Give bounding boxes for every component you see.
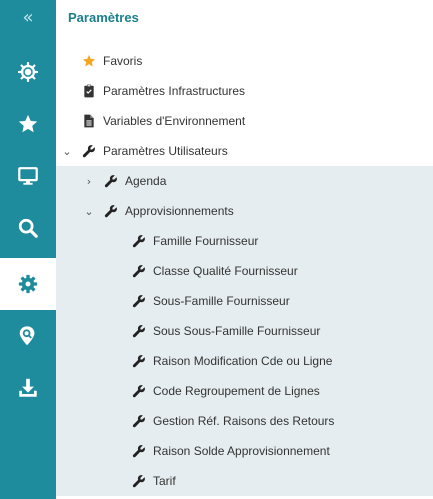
search-icon xyxy=(17,217,39,239)
rail-item-search[interactable] xyxy=(0,202,56,254)
tree-item-label: Variables d'Environnement xyxy=(103,114,246,128)
wrench-icon xyxy=(132,294,146,308)
wrench-icon xyxy=(132,324,146,338)
tree-item-sous-famille[interactable]: Sous-Famille Fournisseur xyxy=(56,286,433,316)
tree-item-infrastructures[interactable]: Paramètres Infrastructures xyxy=(56,76,433,106)
star-icon xyxy=(82,54,96,68)
tree-item-gestion-ref-raisons[interactable]: Gestion Réf. Raisons des Retours xyxy=(56,406,433,436)
location-search-icon xyxy=(17,325,39,347)
rail-item-locate[interactable] xyxy=(0,310,56,362)
wrench-icon xyxy=(132,354,146,368)
collapse-rail-button[interactable]: « xyxy=(0,0,56,36)
app-window: « Paramètres Favoris Paramètres Infrastr… xyxy=(0,0,433,499)
wrench-icon xyxy=(132,384,146,398)
tree-item-raison-modification[interactable]: Raison Modification Cde ou Ligne xyxy=(56,346,433,376)
tree-item-variables-env[interactable]: Variables d'Environnement xyxy=(56,106,433,136)
star-icon xyxy=(17,113,39,135)
wrench-icon xyxy=(132,444,146,458)
tree-item-label: Raison Modification Cde ou Ligne xyxy=(153,354,333,368)
settings-panel: Paramètres Favoris Paramètres Infrastruc… xyxy=(56,0,433,499)
tree-item-label: Favoris xyxy=(103,54,143,68)
tree-item-label: Paramètres Utilisateurs xyxy=(103,144,228,158)
chevron-down-icon[interactable]: ⌄ xyxy=(82,205,96,218)
wrench-icon xyxy=(82,144,96,158)
tree-item-label: Tarif xyxy=(153,474,176,488)
tree-item-raison-solde[interactable]: Raison Solde Approvisionnement xyxy=(56,436,433,466)
chevron-down-icon[interactable]: ⌄ xyxy=(60,145,74,158)
tree-item-label: Classe Qualité Fournisseur xyxy=(153,264,298,278)
tree-item-label: Famille Fournisseur xyxy=(153,234,259,248)
tree-item-label: Agenda xyxy=(125,174,167,188)
tree-item-label: Raison Solde Approvisionnement xyxy=(153,444,330,458)
wrench-icon xyxy=(132,234,146,248)
tree-item-code-regroupement[interactable]: Code Regroupement de Lignes xyxy=(56,376,433,406)
wrench-icon xyxy=(132,474,146,488)
rail-item-screens[interactable] xyxy=(0,150,56,202)
wrench-icon xyxy=(104,174,118,188)
rail-item-download[interactable] xyxy=(0,362,56,414)
tree-item-label: Sous Sous-Famille Fournisseur xyxy=(153,324,321,338)
tree-item-sous-sous-famille[interactable]: Sous Sous-Famille Fournisseur xyxy=(56,316,433,346)
clipboard-icon xyxy=(82,84,96,98)
wrench-icon xyxy=(104,204,118,218)
tree-item-label: Approvisionnements xyxy=(125,204,234,218)
tree-item-label: Code Regroupement de Lignes xyxy=(153,384,320,398)
tree-item-label: Sous-Famille Fournisseur xyxy=(153,294,290,308)
tree-item-tarif[interactable]: Tarif xyxy=(56,466,433,496)
nav-rail: « xyxy=(0,0,56,499)
tree-item-classe-qualite[interactable]: Classe Qualité Fournisseur xyxy=(56,256,433,286)
tree-item-agenda[interactable]: › Agenda xyxy=(56,166,433,196)
wrench-icon xyxy=(132,414,146,428)
tree-item-approvisionnements[interactable]: ⌄ Approvisionnements xyxy=(56,196,433,226)
rail-item-helm[interactable] xyxy=(0,46,56,98)
panel-title: Paramètres xyxy=(68,10,139,25)
tree-item-label: Gestion Réf. Raisons des Retours xyxy=(153,414,335,428)
wrench-icon xyxy=(132,264,146,278)
helm-wheel-icon xyxy=(18,62,38,82)
chevron-right-icon[interactable]: › xyxy=(82,175,96,188)
tree-item-favoris[interactable]: Favoris xyxy=(56,46,433,76)
tree-item-label: Paramètres Infrastructures xyxy=(103,84,246,98)
tree-item-parametres-utilisateurs[interactable]: ⌄ Paramètres Utilisateurs xyxy=(56,136,433,166)
monitor-icon xyxy=(17,165,39,187)
document-icon xyxy=(82,114,96,128)
rail-item-favorites[interactable] xyxy=(0,98,56,150)
rail-item-settings[interactable] xyxy=(0,258,56,310)
double-chevron-left-icon: « xyxy=(22,7,34,28)
gear-icon xyxy=(18,274,38,294)
tree-item-famille-fournisseur[interactable]: Famille Fournisseur xyxy=(56,226,433,256)
download-icon xyxy=(17,377,39,399)
